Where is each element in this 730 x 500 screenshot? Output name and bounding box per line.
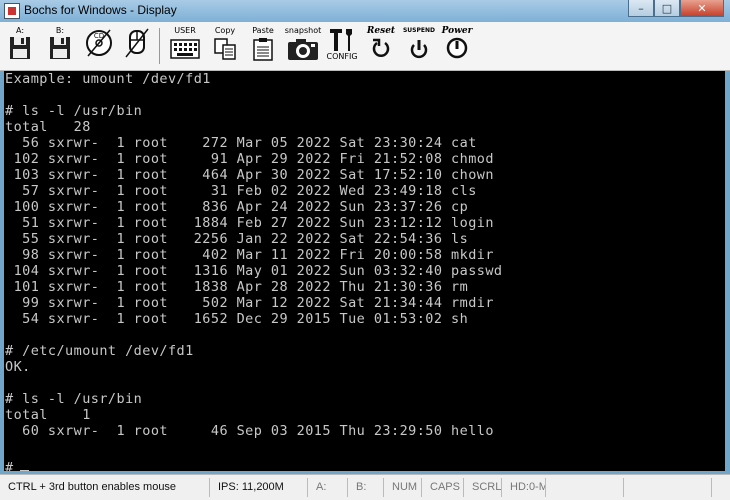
- terminal-line: 102 sxrwr- 1 root 91 Apr 29 2022 Fri 21:…: [5, 151, 494, 167]
- copy-label: Copy: [214, 26, 236, 35]
- status-num-lock: NUM: [386, 478, 422, 497]
- snapshot-button[interactable]: snapshot: [284, 26, 322, 66]
- paste-icon: [253, 38, 273, 61]
- terminal-line: Example: umount /dev/fd1: [5, 71, 211, 87]
- suspend-icon: [410, 40, 428, 59]
- terminal-line: 101 sxrwr- 1 root 1838 Apr 28 2022 Thu 2…: [5, 279, 469, 295]
- text-cursor: [19, 470, 29, 471]
- floppy-b-label: B:: [55, 26, 65, 35]
- user-button[interactable]: USER: [168, 26, 202, 66]
- status-caps-lock: CAPS: [424, 478, 464, 497]
- floppy-a-icon: [10, 37, 30, 59]
- terminal-display[interactable]: Example: umount /dev/fd1 # ls -l /usr/bi…: [4, 71, 725, 471]
- terminal-prompt-line: #: [5, 457, 29, 471]
- status-empty-cell: [548, 478, 624, 497]
- power-label: Power: [441, 26, 473, 36]
- status-ips: IPS: 11,200M: [212, 478, 308, 497]
- title-bar: Bochs for Windows - Display – □ ✕: [0, 0, 730, 23]
- window-title: Bochs for Windows - Display: [24, 3, 177, 17]
- snapshot-label: snapshot: [284, 26, 322, 35]
- toolbar-separator: [159, 28, 160, 64]
- status-mouse-hint: CTRL + 3rd button enables mouse: [2, 478, 210, 497]
- terminal-line: 56 sxrwr- 1 root 272 Mar 05 2022 Sat 23:…: [5, 135, 477, 151]
- config-tools-icon: [330, 29, 352, 51]
- terminal-line: 54 sxrwr- 1 root 1652 Dec 29 2015 Tue 01…: [5, 311, 469, 327]
- terminal-line: # /etc/umount /dev/fd1: [5, 343, 194, 359]
- window-controls: – □ ✕: [628, 0, 724, 18]
- terminal-line: 100 sxrwr- 1 root 836 Apr 24 2022 Sun 23…: [5, 199, 469, 215]
- maximize-button[interactable]: □: [654, 0, 680, 17]
- status-hard-disk: HD:0-M: [504, 478, 546, 497]
- terminal-line: 55 sxrwr- 1 root 2256 Jan 22 2022 Sat 22…: [5, 231, 469, 247]
- reset-button[interactable]: Reset: [364, 26, 398, 66]
- terminal-line: 103 sxrwr- 1 root 464 Apr 30 2022 Sat 17…: [5, 167, 494, 183]
- cdrom-icon: CD: [86, 29, 112, 57]
- user-label: USER: [174, 26, 196, 35]
- terminal-line: 57 sxrwr- 1 root 31 Feb 02 2022 Wed 23:4…: [5, 183, 477, 199]
- status-floppy-b: B:: [350, 478, 384, 497]
- floppy-a-button[interactable]: A:: [6, 26, 34, 66]
- power-button[interactable]: Power: [440, 26, 474, 66]
- paste-label: Paste: [252, 26, 274, 35]
- status-bar: CTRL + 3rd button enables mouse IPS: 11,…: [0, 474, 730, 500]
- terminal-line: 104 sxrwr- 1 root 1316 May 01 2022 Sun 0…: [5, 263, 503, 279]
- terminal-line: # ls -l /usr/bin: [5, 391, 143, 407]
- config-label: CONFIG: [326, 52, 358, 61]
- power-icon: [446, 37, 468, 59]
- bochs-app-icon: [4, 3, 20, 19]
- keyboard-icon: [170, 39, 200, 59]
- terminal-line: 51 sxrwr- 1 root 1884 Feb 27 2022 Sun 23…: [5, 215, 494, 231]
- copy-button[interactable]: Copy: [210, 26, 240, 66]
- mouse-icon: [125, 28, 149, 58]
- terminal-line: 60 sxrwr- 1 root 46 Sep 03 2015 Thu 23:2…: [5, 423, 494, 439]
- status-scroll-lock: SCRL: [466, 478, 502, 497]
- terminal-line: OK.: [5, 359, 31, 375]
- terminal-prompt: #: [5, 460, 14, 471]
- terminal-line: total 28: [5, 119, 91, 135]
- floppy-a-label: A:: [15, 26, 25, 35]
- minimize-button[interactable]: –: [628, 0, 654, 17]
- camera-icon: [288, 39, 318, 60]
- cdrom-button[interactable]: CD: [84, 26, 114, 66]
- status-floppy-a: A:: [310, 478, 348, 497]
- floppy-b-icon: [50, 37, 70, 59]
- reset-icon: [372, 38, 390, 57]
- config-button[interactable]: CONFIG: [326, 26, 358, 66]
- suspend-label: SUSPEND: [402, 27, 435, 34]
- terminal-line: # ls -l /usr/bin: [5, 103, 143, 119]
- paste-button[interactable]: Paste: [248, 26, 278, 66]
- reset-label: Reset: [366, 26, 396, 36]
- terminal-line: 99 sxrwr- 1 root 502 Mar 12 2022 Sat 21:…: [5, 295, 494, 311]
- close-button[interactable]: ✕: [680, 0, 724, 17]
- toolbar: A: B: CD USER Copy Paste snapshot CONFIG…: [0, 22, 730, 71]
- floppy-b-button[interactable]: B:: [46, 26, 74, 66]
- terminal-line: total 1: [5, 407, 91, 423]
- mouse-button[interactable]: [122, 26, 152, 66]
- copy-icon: [214, 38, 236, 60]
- terminal-line: 98 sxrwr- 1 root 402 Mar 11 2022 Fri 20:…: [5, 247, 494, 263]
- status-empty-cell: [626, 478, 712, 497]
- suspend-button[interactable]: SUSPEND: [402, 26, 436, 66]
